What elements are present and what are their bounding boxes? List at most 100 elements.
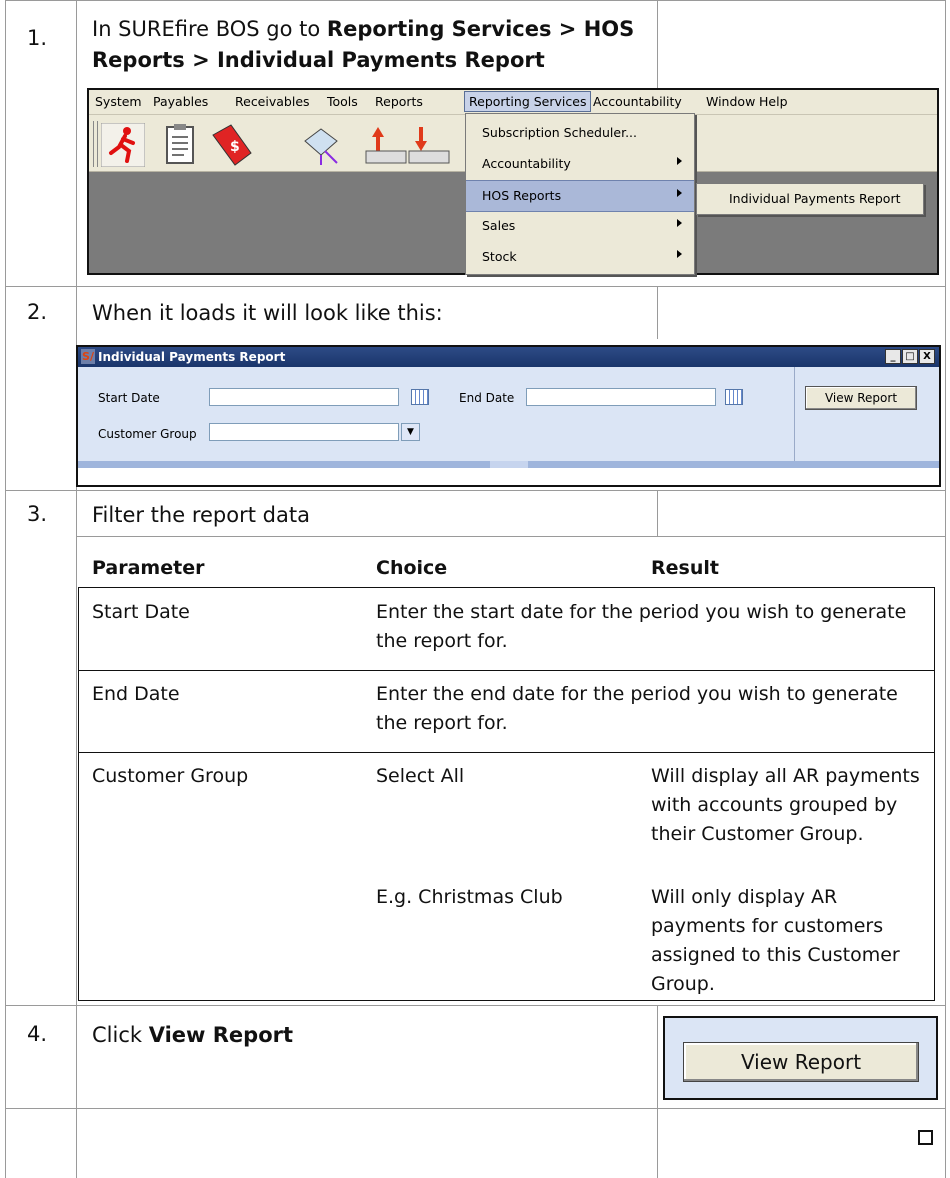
view-report-button[interactable]: View Report xyxy=(805,386,917,410)
step-1-text-plain: In SUREfire BOS go to xyxy=(92,17,327,41)
menu-window[interactable]: Window xyxy=(706,94,755,109)
clipboard-icon[interactable] xyxy=(159,123,203,167)
table-cell-parameter: Start Date xyxy=(92,601,190,623)
minimize-icon[interactable]: _ xyxy=(885,349,901,364)
grid-line xyxy=(945,0,946,1178)
start-date-input[interactable] xyxy=(209,388,399,406)
table-line xyxy=(78,587,935,588)
price-tag-icon[interactable]: $ xyxy=(209,123,253,167)
menu-item-subscription-scheduler[interactable]: Subscription Scheduler... xyxy=(466,118,694,148)
calendar-icon[interactable] xyxy=(725,389,743,405)
grid-line xyxy=(5,490,946,491)
submenu-arrow-icon xyxy=(677,219,682,227)
table-line xyxy=(934,587,935,1001)
close-icon[interactable]: X xyxy=(919,349,935,364)
menu-item-label: Individual Payments Report xyxy=(729,191,901,206)
step-number: 4. xyxy=(27,1022,48,1046)
table-header-choice: Choice xyxy=(376,557,448,579)
reporting-services-menu: Subscription Scheduler... Accountability… xyxy=(465,113,695,275)
table-line xyxy=(78,1000,935,1001)
table-cell-choice: Select All xyxy=(376,765,465,787)
start-date-label: Start Date xyxy=(98,391,160,405)
window-title: Individual Payments Report xyxy=(98,350,286,364)
menu-item-sales[interactable]: Sales xyxy=(466,211,694,241)
grid-line xyxy=(76,0,77,1178)
step-4-text-plain: Click xyxy=(92,1023,149,1047)
menu-receivables[interactable]: Receivables xyxy=(235,94,310,109)
menu-item-label: Subscription Scheduler... xyxy=(482,125,637,140)
grid-line xyxy=(5,1108,946,1109)
window-controls: _ □ X xyxy=(884,349,935,364)
step-1-text: In SUREfire BOS go to Reporting Services… xyxy=(92,14,652,76)
grid-line xyxy=(5,0,946,1)
menu-payables[interactable]: Payables xyxy=(153,94,208,109)
download-tray-icon[interactable] xyxy=(407,123,451,167)
splitter-handle[interactable] xyxy=(490,461,528,468)
table-line xyxy=(78,587,79,1001)
grid-line xyxy=(5,0,6,1178)
table-cell-parameter: End Date xyxy=(92,683,180,705)
menu-reports[interactable]: Reports xyxy=(375,94,423,109)
step-number: 1. xyxy=(27,26,48,50)
view-report-button[interactable]: View Report xyxy=(683,1042,919,1082)
chevron-down-icon[interactable]: ▼ xyxy=(401,423,420,441)
menu-accountability[interactable]: Accountability xyxy=(593,94,682,109)
step-3-text: Filter the report data xyxy=(92,503,310,527)
upload-tray-icon[interactable] xyxy=(364,123,408,167)
grid-line xyxy=(5,1005,946,1006)
table-cell-choice: E.g. Christmas Club xyxy=(376,886,563,908)
table-line xyxy=(78,752,935,753)
end-date-label: End Date xyxy=(459,391,515,405)
running-man-icon[interactable] xyxy=(101,123,145,167)
report-parameters-panel: Start Date End Date View Report Customer… xyxy=(78,367,939,461)
grid-line xyxy=(5,286,946,287)
submenu-arrow-icon xyxy=(677,250,682,258)
menu-item-accountability[interactable]: Accountability xyxy=(466,149,694,179)
menu-item-label: Accountability xyxy=(482,156,571,171)
menu-system[interactable]: System xyxy=(95,94,142,109)
report-window-screenshot: S/ Individual Payments Report _ □ X Start … xyxy=(76,345,941,487)
menu-screenshot: System Payables Receivables Tools Report… xyxy=(87,88,939,275)
table-header-parameter: Parameter xyxy=(92,557,205,579)
menu-reporting-services[interactable]: Reporting Services xyxy=(464,91,592,112)
step-2-text: When it loads it will look like this: xyxy=(92,301,443,325)
end-date-input[interactable] xyxy=(526,388,716,406)
table-cell-result: Will only display AR payments for custom… xyxy=(651,886,900,995)
grid-line xyxy=(657,1005,658,1178)
panel-divider xyxy=(794,367,795,461)
table-cell-choice: Enter the start date for the period you … xyxy=(376,601,907,652)
table-header-result: Result xyxy=(651,557,719,579)
app-logo-icon: S/ xyxy=(81,349,95,364)
menu-item-individual-payments-report[interactable]: Individual Payments Report xyxy=(696,183,924,215)
menu-item-stock[interactable]: Stock xyxy=(466,242,694,272)
table-cell-result: Will display all AR payments with accoun… xyxy=(651,765,920,845)
customer-group-select[interactable] xyxy=(209,423,399,441)
step-4-text: Click View Report xyxy=(92,1020,293,1051)
svg-text:$: $ xyxy=(230,139,240,155)
submenu-arrow-icon xyxy=(677,189,682,197)
menu-item-hos-reports[interactable]: HOS Reports xyxy=(466,180,694,212)
view-report-screenshot: View Report xyxy=(663,1016,938,1100)
step-4-text-bold: View Report xyxy=(148,1023,294,1047)
window-titlebar: S/ Individual Payments Report _ □ X xyxy=(78,347,939,367)
maximize-icon[interactable]: □ xyxy=(902,349,918,364)
grid-line xyxy=(76,536,946,537)
menu-tools[interactable]: Tools xyxy=(327,94,358,109)
menu-bar: System Payables Receivables Tools Report… xyxy=(89,90,937,115)
grid-line xyxy=(657,286,658,339)
grid-line xyxy=(657,0,658,88)
table-cell-choice: Enter the end date for the period you wi… xyxy=(376,683,898,734)
grid-line xyxy=(657,490,658,537)
step-number: 2. xyxy=(27,300,48,324)
submenu-arrow-icon xyxy=(677,157,682,165)
table-line xyxy=(78,670,935,671)
package-icon[interactable] xyxy=(299,123,343,167)
menu-item-label: Stock xyxy=(482,249,517,264)
calendar-icon[interactable] xyxy=(411,389,429,405)
menu-item-label: Sales xyxy=(482,218,516,233)
checkbox-icon[interactable] xyxy=(918,1130,933,1145)
panel-splitter[interactable] xyxy=(78,461,939,468)
table-cell-parameter: Customer Group xyxy=(92,765,249,787)
menu-help[interactable]: Help xyxy=(759,94,788,109)
toolbar-grip xyxy=(93,121,98,167)
